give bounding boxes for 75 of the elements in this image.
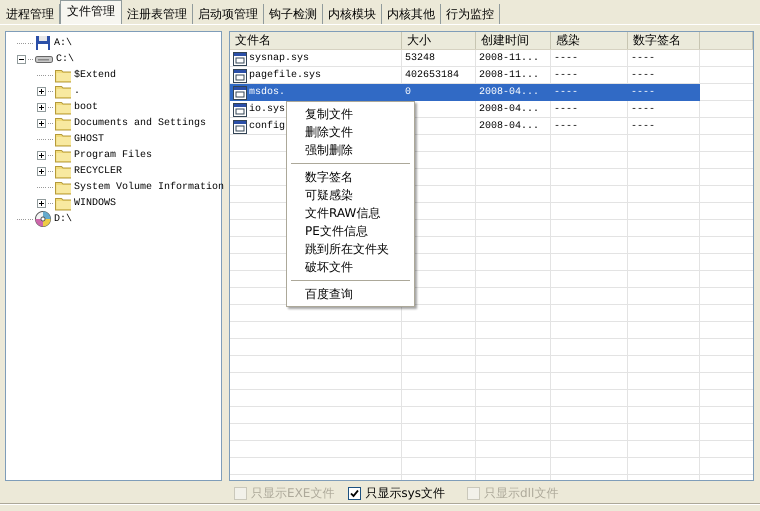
expand-icon[interactable] [37,118,46,128]
file-icon [233,68,247,82]
column-header[interactable]: 大小 [402,32,476,49]
menu-item[interactable]: 删除文件 [287,123,414,141]
menu-item[interactable]: PE文件信息 [287,222,414,240]
table-cell-text: ---- [631,52,656,66]
file-icon [233,120,247,134]
column-header[interactable]: 创建时间 [476,32,551,49]
file-icon [233,52,247,66]
folder-icon [55,147,71,163]
table-cell[interactable]: sysnap.sys [249,50,310,66]
table-cell-text: ---- [554,52,578,66]
table-cell-text: 53248 [405,52,436,66]
table-cell[interactable]: pagefile.sys [249,68,322,84]
file-icon [233,86,247,100]
column-header[interactable]: 感染 [551,32,628,49]
table-cell-text: ---- [631,102,656,116]
expand-icon[interactable] [37,150,46,160]
table-cell-text: ---- [554,86,578,100]
table-cell-text: ---- [554,120,578,134]
file-icon [233,102,247,116]
expand-icon[interactable] [37,166,46,176]
column-header[interactable]: 数字签名 [628,32,700,49]
table-cell[interactable]: config [249,118,286,134]
check-icon [350,489,360,498]
folder-icon [55,67,71,83]
table-cell-text: ---- [631,86,656,100]
table-cell-text: 2008-11... [479,52,540,66]
table-cell[interactable]: io.sys [249,102,286,118]
menu-item[interactable]: 强制删除 [287,141,414,159]
table-cell-text: ---- [631,68,656,82]
column-header[interactable]: 文件名 [230,32,402,49]
folder-icon [55,195,71,211]
table-cell[interactable]: msdos. [249,84,286,100]
expand-icon[interactable] [37,198,46,208]
menu-item[interactable]: 跳到所在文件夹 [287,240,414,258]
expand-icon[interactable] [37,102,46,112]
table-cell-text: 402653184 [405,68,460,82]
expand-icon[interactable] [37,86,46,96]
menu-item[interactable]: 文件RAW信息 [287,204,414,222]
tree-item[interactable]: System Volume Information [73,182,226,192]
table-cell-text: 2008-04... [479,120,540,134]
table-cell-text: 2008-04... [479,102,540,116]
tree-item[interactable]: RECYCLER [73,166,124,176]
filter-checkbox[interactable]: 只显示sys文件 [348,486,445,501]
table-cell-text: 0 [405,86,412,100]
table-cell-text: ---- [554,102,578,116]
tree-item[interactable]: D:\ [53,214,74,224]
folder-icon [55,115,71,131]
menu-item[interactable]: 数字签名 [287,168,414,186]
table-cell-text: 2008-04... [479,86,540,100]
tree-item[interactable]: Documents and Settings [73,118,208,128]
tab[interactable]: 文件管理 [60,0,122,24]
tree-item[interactable]: $Extend [73,70,118,80]
tree-item[interactable]: GHOST [73,134,106,144]
tree-item[interactable]: C:\ [55,54,76,64]
folder-icon [55,131,71,147]
folder-icon [55,179,71,195]
tree-item[interactable]: WINDOWS [73,198,118,208]
folder-icon [55,83,71,99]
cd-drive-icon [35,211,51,227]
table-cell-text: ---- [631,120,656,134]
folder-icon [55,99,71,115]
table-cell-text: 2008-11... [479,68,540,82]
collapse-icon[interactable] [17,54,26,64]
tree-item[interactable]: A:\ [53,38,74,48]
menu-item[interactable]: 复制文件 [287,105,414,123]
menu-item[interactable]: 可疑感染 [287,186,414,204]
tree-item[interactable]: . [73,86,82,96]
tree-item[interactable]: Program Files [73,150,154,160]
tree-item[interactable]: boot [73,102,100,112]
table-cell-text: ---- [554,68,578,82]
menu-item[interactable]: 百度查询 [287,285,414,303]
folder-icon [55,163,71,179]
menu-item[interactable]: 破坏文件 [287,258,414,276]
